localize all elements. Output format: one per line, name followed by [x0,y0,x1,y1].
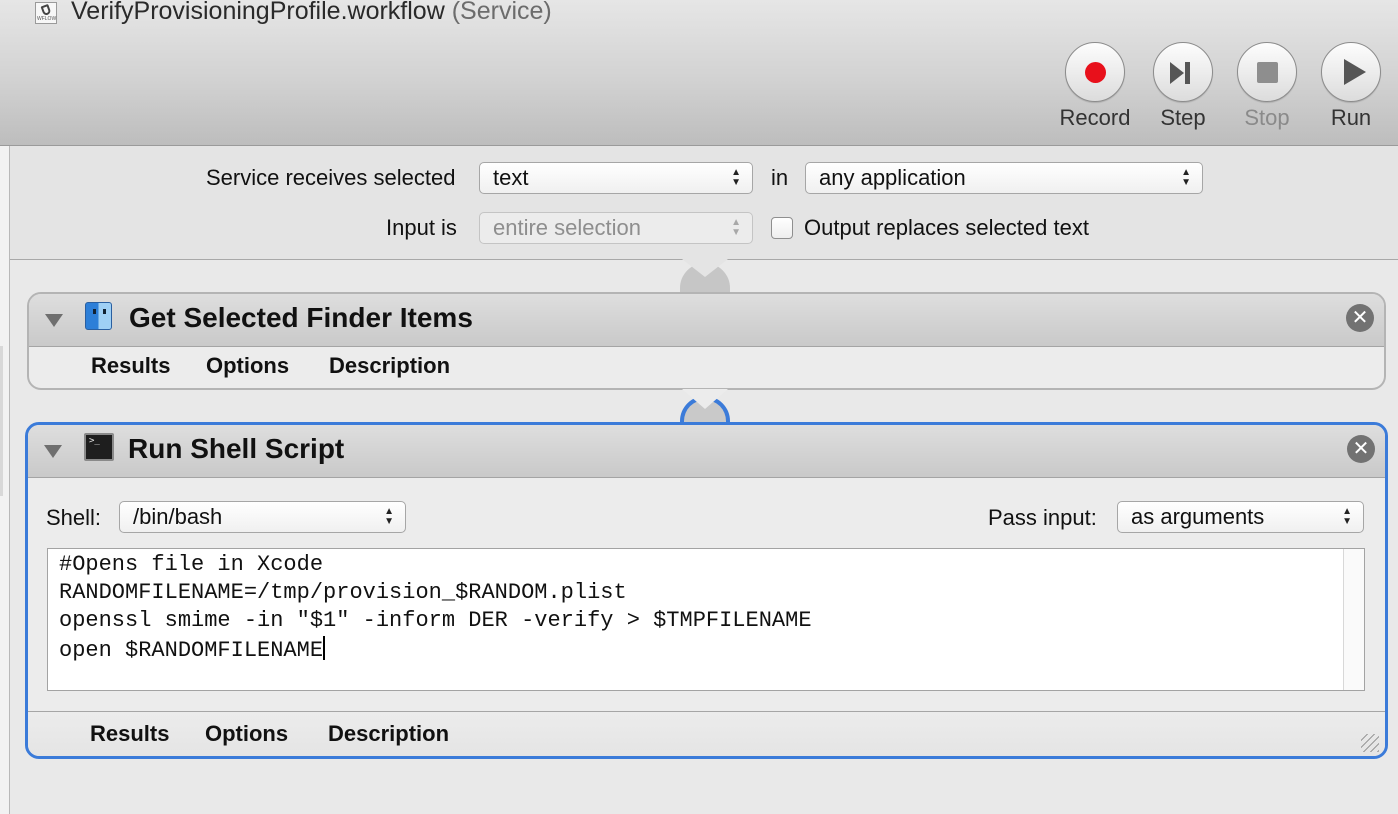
action-get-selected-finder-items[interactable]: Get Selected Finder Items ✕ Results Opti… [27,292,1386,390]
script-line-last: open $RANDOMFILENAME [59,636,326,663]
shell-script-body: Shell: /bin/bash ▲ ▼ Pass input: as argum… [28,478,1385,711]
record-icon [1085,62,1106,83]
action-title: Run Shell Script [128,433,345,464]
shell-popup[interactable]: /bin/bash ▲ ▼ [119,501,406,533]
input-is-popup[interactable]: entire selection ▲ ▼ [479,212,753,244]
action-connector-notch [682,389,728,409]
step-icon-bar [1185,62,1190,84]
input-is-label: Input is [386,215,457,240]
input-type-value: text [493,165,529,190]
record-label: Record [1059,105,1131,130]
action-title: Get Selected Finder Items [129,302,473,333]
action-run-shell-script[interactable]: >_ Run Shell Script ✕ Shell: /bin/bash ▲… [25,422,1388,759]
tab-results[interactable]: Results [91,353,170,379]
stop-button[interactable]: Stop [1227,42,1307,131]
popup-arrows-icon: ▲ ▼ [1181,167,1191,188]
stop-icon [1257,62,1278,83]
script-line: #Opens file in Xcode [59,552,324,577]
close-icon[interactable]: ✕ [1346,304,1374,332]
step-circle[interactable] [1153,42,1213,102]
service-settings-header: Service receives selected text ▲ ▼ in any… [10,146,1398,260]
tab-description[interactable]: Description [329,353,450,379]
popup-arrows-icon: ▲ ▼ [384,506,394,527]
run-icon [1344,59,1366,85]
popup-arrows-icon: ▲ ▼ [1342,506,1352,527]
run-label: Run [1330,105,1372,130]
script-editor[interactable]: #Opens file in Xcode RANDOMFILENAME=/tmp… [47,548,1365,691]
tab-results[interactable]: Results [90,721,169,747]
action-tabs: Results Options Description [28,711,1385,756]
popup-arrows-icon: ▲ ▼ [731,217,741,238]
input-type-popup[interactable]: text ▲ ▼ [479,162,753,194]
window-title: VerifyProvisioningProfile.workflow (Serv… [71,0,552,26]
output-replaces-label: Output replaces selected text [804,215,1089,240]
tab-options[interactable]: Options [206,353,289,379]
pass-input-label: Pass input: [988,505,1097,530]
tab-options[interactable]: Options [205,721,288,747]
step-button[interactable]: Step [1143,42,1223,131]
stop-circle[interactable] [1237,42,1297,102]
text-caret [323,636,326,660]
shell-label: Shell: [46,505,102,530]
disclosure-triangle-icon[interactable] [45,314,63,327]
service-receives-label: Service receives selected [206,165,456,190]
window-title-name: VerifyProvisioningProfile.workflow [71,0,445,25]
script-line: RANDOMFILENAME=/tmp/provision_$RANDOM.pl… [59,580,627,605]
tab-description[interactable]: Description [328,721,449,747]
pass-input-popup[interactable]: as arguments ▲ ▼ [1117,501,1364,533]
input-is-value: entire selection [493,215,641,240]
application-popup[interactable]: any application ▲ ▼ [805,162,1203,194]
resize-grip-icon[interactable] [1361,734,1379,752]
close-icon[interactable]: ✕ [1347,435,1375,463]
action-connector-notch [682,259,728,277]
window-toolbar: WFLOW VerifyProvisioningProfile.workflow… [0,0,1398,146]
script-line: openssl smime -in "$1" -inform DER -veri… [59,608,812,633]
run-circle[interactable] [1321,42,1381,102]
action-header[interactable]: Get Selected Finder Items ✕ [29,294,1384,347]
record-button[interactable]: Record [1055,42,1135,131]
doc-icon-label: WFLOW [37,16,57,22]
action-header[interactable]: >_ Run Shell Script ✕ [28,425,1385,478]
library-pane-scroll [0,346,3,496]
finder-icon [85,302,112,330]
popup-arrows-icon: ▲ ▼ [731,167,741,188]
pass-input-value: as arguments [1131,504,1265,529]
record-circle[interactable] [1065,42,1125,102]
terminal-icon: >_ [84,433,114,461]
step-label: Step [1160,105,1206,130]
shell-value: /bin/bash [133,504,223,529]
script-scrollbar[interactable] [1343,549,1364,690]
run-button[interactable]: Run [1311,42,1391,131]
library-pane-edge[interactable] [0,146,10,814]
disclosure-triangle-icon[interactable] [44,445,62,458]
window-title-suffix: (Service) [451,0,552,25]
step-icon [1170,62,1184,84]
stop-label: Stop [1244,105,1290,130]
script-line: open $RANDOMFILENAME [59,638,324,663]
in-label: in [771,165,789,190]
output-replaces-checkbox[interactable] [771,217,793,239]
workflow-document-icon: WFLOW [35,2,57,24]
action-tabs: Results Options Description [29,347,1384,388]
application-value: any application [819,165,966,190]
